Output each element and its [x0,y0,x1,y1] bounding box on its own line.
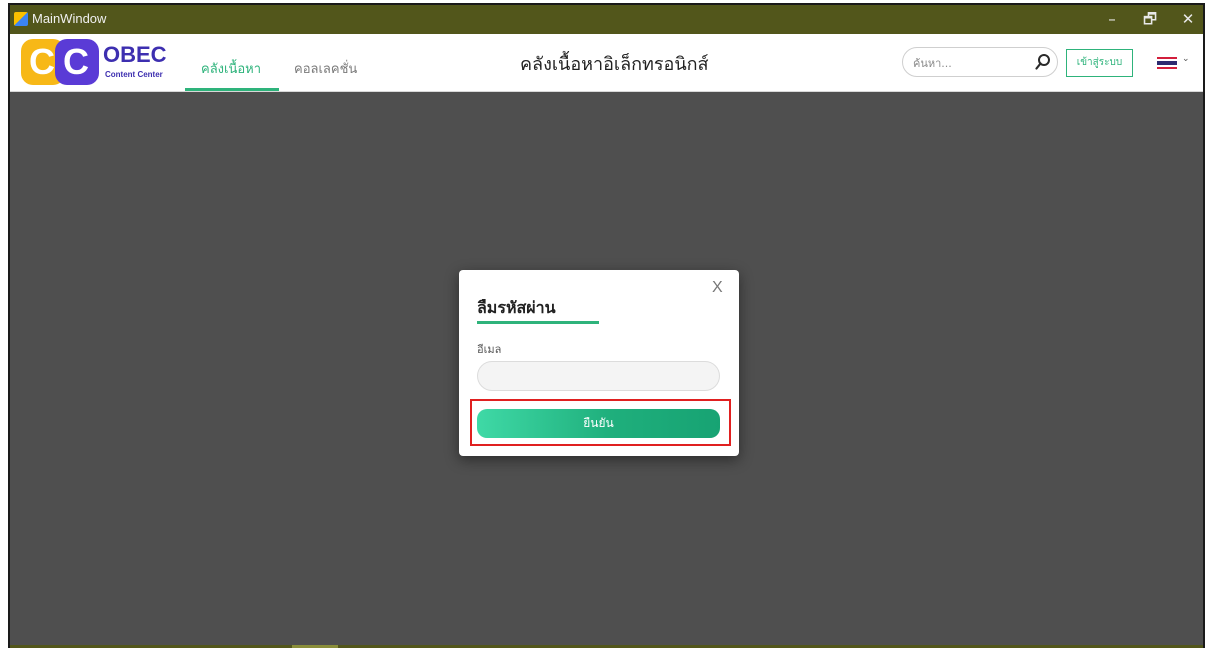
logo-c-purple [55,39,99,85]
logo-brand: OBEC [103,42,167,67]
active-tab-indicator [185,88,279,91]
obec-logo[interactable]: OBEC Content Center [21,39,171,85]
chevron-down-icon[interactable]: ⌄ [1182,54,1190,64]
forgot-password-dialog: X ลืมรหัสผ่าน อีเมล ยืนยัน [459,270,739,456]
logo-subtitle: Content Center [105,70,163,79]
app-header: OBEC Content Center คลังเนื้อหา คอลเลคชั… [10,34,1203,92]
close-window-button[interactable]: ✕ [1169,5,1207,34]
tab-content-library[interactable]: คลังเนื้อหา [201,58,261,79]
search-icon[interactable] [1035,53,1051,71]
email-field[interactable] [477,361,720,391]
app-icon [14,12,28,26]
page-title: คลังเนื้อหาอิเล็กทรอนิกส์ [520,54,709,75]
title-underline [477,321,599,324]
confirm-button[interactable]: ยืนยัน [477,409,720,438]
window-title: MainWindow [32,11,107,26]
restore-button[interactable]: 🗗 [1131,5,1169,34]
minimize-button[interactable]: – [1093,5,1131,34]
window-titlebar[interactable]: MainWindow – 🗗 ✕ [10,5,1203,34]
tab-collections[interactable]: คอลเลคชั่น [294,58,357,79]
dialog-title: ลืมรหัสผ่าน [477,298,556,317]
search-input[interactable] [913,53,1023,73]
search-box[interactable] [902,47,1058,77]
thai-flag-icon[interactable] [1157,57,1177,69]
login-button[interactable]: เข้าสู่ระบบ [1066,49,1133,77]
email-label: อีเมล [477,343,502,356]
close-icon[interactable]: X [712,279,723,297]
